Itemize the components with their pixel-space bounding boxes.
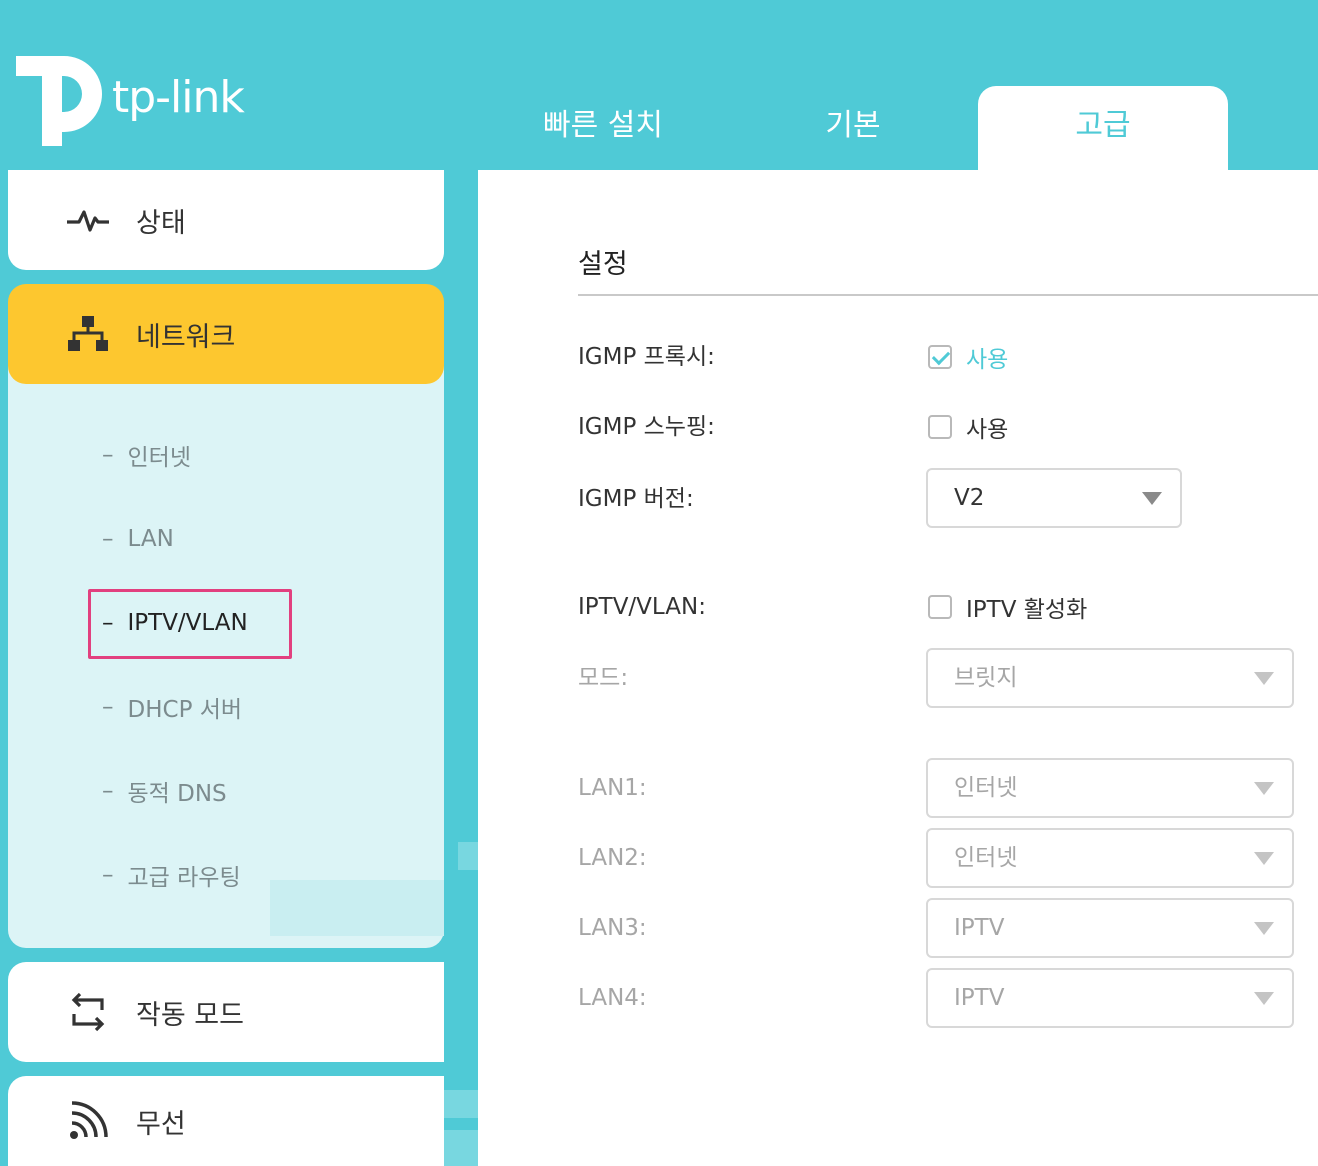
sidebar-item-label: 작동 모드	[136, 999, 244, 1031]
iptv-enable-checkbox[interactable]	[928, 595, 952, 619]
subitem-label: 인터넷	[127, 445, 191, 471]
sidebar-subitem-lan[interactable]: – LAN	[102, 517, 174, 561]
chevron-down-icon	[1254, 922, 1274, 935]
sidebar-item-operation-mode[interactable]: 작동 모드	[8, 962, 444, 1062]
lan1-select[interactable]: 인터넷	[926, 758, 1294, 818]
igmp-proxy-toggle[interactable]: 사용	[928, 337, 1008, 377]
sidebar-subitem-dynamic-dns[interactable]: – 동적 DNS	[102, 769, 227, 813]
decor-square	[444, 1130, 478, 1166]
decor-square	[458, 842, 478, 870]
chevron-down-icon	[1254, 992, 1274, 1005]
sidebar-item-label: 네트워크	[136, 321, 236, 353]
chevron-down-icon	[1142, 492, 1162, 505]
sidebar-subitem-dhcp-server[interactable]: – DHCP 서버	[102, 685, 242, 729]
igmp-proxy-option: 사용	[966, 347, 1009, 373]
lan3-value: IPTV	[954, 915, 1005, 941]
sidebar-item-label: 무선	[136, 1108, 186, 1140]
pulse-icon	[66, 198, 110, 242]
iptv-vlan-label: IPTV/VLAN:	[578, 594, 706, 620]
igmp-snooping-checkbox[interactable]	[928, 415, 952, 439]
lan2-select[interactable]: 인터넷	[926, 828, 1294, 888]
subitem-label: LAN	[127, 526, 174, 552]
highlight-box	[88, 589, 292, 659]
sidebar-item-label: 상태	[136, 207, 186, 239]
igmp-version-label: IGMP 버전:	[578, 486, 694, 512]
lan3-label: LAN3:	[578, 915, 647, 941]
tab-quick-setup[interactable]: 빠른 설치	[478, 86, 728, 170]
igmp-proxy-checkbox[interactable]	[928, 345, 952, 369]
lan3-select[interactable]: IPTV	[926, 898, 1294, 958]
subitem-label: DHCP 서버	[127, 697, 243, 723]
iptv-enable-toggle[interactable]: IPTV 활성화	[928, 587, 1087, 627]
lan2-label: LAN2:	[578, 845, 647, 871]
chevron-down-icon	[1254, 672, 1274, 685]
sidebar-subitem-internet[interactable]: – 인터넷	[102, 433, 191, 477]
lan1-value: 인터넷	[954, 775, 1018, 801]
mode-select[interactable]: 브릿지	[926, 648, 1294, 708]
tab-basic[interactable]: 기본	[728, 86, 978, 170]
igmp-proxy-label: IGMP 프록시:	[578, 344, 715, 370]
lan4-label: LAN4:	[578, 985, 647, 1011]
sidebar-item-wireless[interactable]: 무선	[8, 1076, 444, 1166]
mode-label: 모드:	[578, 665, 629, 691]
subitem-label: 동적 DNS	[127, 781, 227, 807]
igmp-snooping-label: IGMP 스누핑:	[578, 414, 715, 440]
section-divider	[578, 294, 1318, 296]
igmp-snooping-toggle[interactable]: 사용	[928, 407, 1008, 447]
network-icon	[66, 312, 110, 356]
chevron-down-icon	[1254, 852, 1274, 865]
lan1-label: LAN1:	[578, 775, 647, 801]
iptv-enable-option: IPTV 활성화	[966, 597, 1088, 623]
settings-panel: 설정 IGMP 프록시: 사용 IGMP 스누핑: 사용 IGMP 버전: V2…	[478, 170, 1318, 1166]
mode-value: 브릿지	[954, 665, 1018, 691]
chevron-down-icon	[1254, 782, 1274, 795]
sidebar-item-status[interactable]: 상태	[8, 170, 444, 270]
igmp-snooping-option: 사용	[966, 417, 1009, 443]
igmp-version-select[interactable]: V2	[926, 468, 1182, 528]
tab-advanced[interactable]: 고급	[978, 86, 1228, 170]
wifi-icon	[66, 1099, 110, 1143]
decor-square	[444, 1090, 478, 1118]
lan4-select[interactable]: IPTV	[926, 968, 1294, 1028]
igmp-version-value: V2	[954, 485, 985, 511]
decor-square	[270, 880, 444, 936]
sidebar-item-network[interactable]: 네트워크	[8, 284, 444, 384]
subitem-label: 고급 라우팅	[127, 865, 241, 891]
brand-name: tp-link	[112, 72, 245, 123]
section-title: 설정	[578, 249, 628, 280]
lan4-value: IPTV	[954, 985, 1005, 1011]
sidebar-subitem-advanced-routing[interactable]: – 고급 라우팅	[102, 853, 241, 897]
lan2-value: 인터넷	[954, 845, 1018, 871]
switch-arrows-icon	[66, 990, 110, 1034]
